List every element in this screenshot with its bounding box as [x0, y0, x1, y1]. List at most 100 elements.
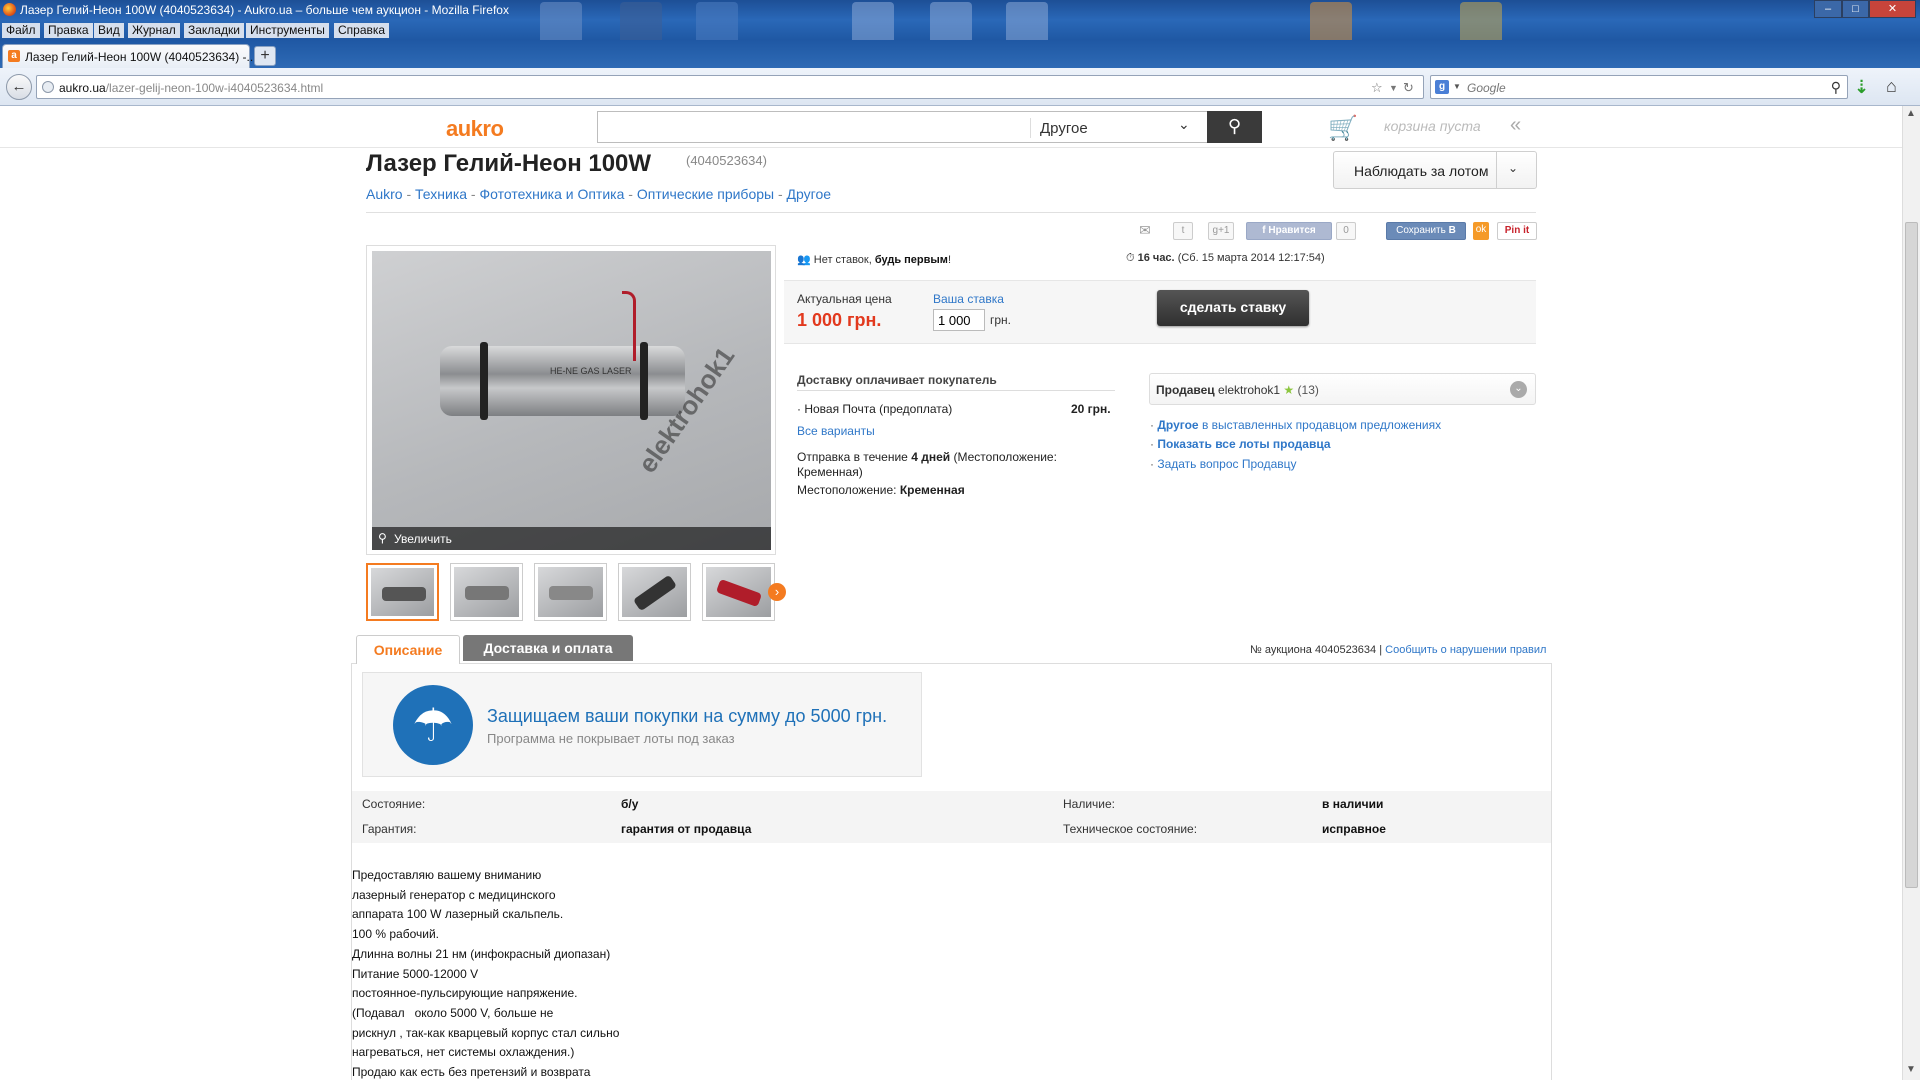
breadcrumb-link[interactable]: Фототехника и Оптика — [480, 186, 625, 202]
scroll-down-icon[interactable]: ▼ — [1906, 1064, 1916, 1075]
buyer-protection-banner[interactable]: ☂ Защищаем ваши покупки на сумму до 5000… — [362, 672, 922, 777]
next-thumbnails-icon[interactable]: › — [768, 583, 786, 601]
basket-icon[interactable]: 🛒 — [1328, 114, 1358, 143]
pinterest-button[interactable]: Pin it — [1497, 222, 1537, 240]
param-value: гарантия от продавца — [621, 822, 752, 836]
zoom-bar[interactable]: ⚲ Увеличить — [372, 527, 771, 550]
thumbnail[interactable] — [618, 563, 691, 621]
search-icon[interactable]: ⚲ — [1831, 79, 1841, 96]
download-icon[interactable]: ⇣ — [1854, 77, 1869, 98]
menu-help[interactable]: Справка — [334, 23, 390, 38]
chevron-down-icon[interactable]: ⌄ — [1510, 381, 1527, 398]
browser-tab[interactable]: a Лазер Гелий-Неон 100W (4040523634) -..… — [2, 44, 257, 68]
minimize-button[interactable]: – — [1814, 0, 1842, 18]
address-bar[interactable]: aukro.ua/lazer-gelij-neon-100w-i40405236… — [36, 75, 1424, 99]
main-product-image[interactable]: HE-NE GAS LASER elektrohok1 ⚲ Увеличить — [366, 245, 776, 555]
search-placeholder: Google — [1467, 81, 1506, 95]
tab-title: Лазер Гелий-Неон 100W (4040523634) -... — [25, 50, 257, 64]
seller-other-lots-link[interactable]: · Другое в выставленных продавцом предло… — [1150, 418, 1441, 432]
maximize-button[interactable]: □ — [1842, 0, 1869, 18]
product-photo[interactable]: HE-NE GAS LASER elektrohok1 — [372, 251, 771, 550]
twitter-icon[interactable]: t — [1173, 222, 1193, 240]
new-tab-button[interactable]: + — [254, 46, 276, 66]
vk-save-button[interactable]: Сохранить В — [1386, 222, 1466, 240]
shipping-time: Отправка в течение 4 дней (Местоположени… — [797, 450, 1117, 480]
stopwatch-icon: ⏱ — [1126, 252, 1138, 264]
description-line: Питание 5000-12000 V — [352, 966, 479, 981]
site-search-button[interactable]: ⚲ — [1207, 111, 1262, 143]
menu-view[interactable]: Вид — [94, 23, 124, 38]
thumbnail[interactable] — [702, 563, 775, 621]
google-engine-icon[interactable]: g — [1435, 80, 1449, 94]
thumbnail-strip — [366, 563, 776, 623]
ship-text: Отправка в течение — [797, 450, 908, 464]
site-identity-icon[interactable] — [42, 81, 54, 93]
breadcrumb-link[interactable]: Оптические приборы — [637, 186, 774, 202]
menu-history[interactable]: Журнал — [128, 23, 180, 38]
seller-rating[interactable]: (13) — [1298, 383, 1319, 397]
auction-timer: ⏱ 16 час. (Сб. 15 марта 2014 12:17:54) — [1126, 252, 1325, 265]
scrollbar-thumb[interactable] — [1905, 222, 1918, 888]
aukro-logo[interactable]: aukro — [446, 116, 504, 142]
watch-lot-button[interactable]: Наблюдать за лотом ⌄ — [1333, 151, 1537, 189]
reload-icon[interactable]: ↻ — [1403, 80, 1414, 96]
odnoklassniki-icon[interactable]: ok — [1473, 222, 1489, 240]
close-window-button[interactable]: ✕ — [1869, 0, 1916, 18]
seller-name[interactable]: elektrohok1 — [1218, 383, 1280, 397]
tab-strip — [0, 40, 1920, 68]
menu-edit[interactable]: Правка — [44, 23, 93, 38]
zoom-label: Увеличить — [394, 532, 452, 546]
tab-delivery-payment[interactable]: Доставка и оплата — [463, 635, 633, 661]
collapse-icon[interactable]: « — [1510, 114, 1521, 137]
facebook-like-button[interactable]: f Нравится — [1246, 222, 1332, 240]
navigation-toolbar: ← aukro.ua/lazer-gelij-neon-100w-i404052… — [0, 68, 1920, 106]
description-line: рискнул , так-как кварцевый корпус стал … — [352, 1025, 620, 1040]
all-delivery-options-link[interactable]: Все варианты — [797, 424, 875, 438]
back-button[interactable]: ← — [6, 74, 32, 100]
menu-bookmarks[interactable]: Закладки — [184, 23, 244, 38]
page-scrollbar[interactable]: ▲ ▼ — [1902, 106, 1920, 1080]
breadcrumb-link[interactable]: Aukro — [366, 186, 403, 202]
tab-description[interactable]: Описание — [356, 635, 460, 664]
gplus-button[interactable]: g+1 — [1208, 222, 1234, 240]
magnifier-icon: ⚲ — [378, 531, 387, 545]
web-search-box[interactable]: g ▼ Google ⚲ — [1430, 75, 1848, 99]
tube-band — [480, 342, 488, 420]
cart-status[interactable]: корзина пуста — [1384, 118, 1481, 134]
button-divider — [1496, 152, 1497, 188]
delivery-option: · Новая Почта (предоплата) — [797, 402, 952, 416]
home-icon[interactable]: ⌂ — [1886, 76, 1897, 97]
ask-seller-link[interactable]: · Задать вопрос Продавцу — [1150, 457, 1297, 471]
your-bid-label[interactable]: Ваша ставка — [933, 292, 1004, 306]
price-label: Актуальная цена — [797, 292, 892, 306]
menu-file[interactable]: Файл — [2, 23, 40, 38]
param-value: в наличии — [1322, 797, 1384, 811]
item-parameters: Состояние: б/у Наличие: в наличии Гарант… — [352, 791, 1551, 843]
location-label: Местоположение: — [797, 483, 897, 497]
be-first-exclamation: ! — [947, 254, 951, 266]
url-history-dropdown-icon[interactable]: ▼ — [1389, 83, 1398, 93]
site-search-input[interactable]: Другое ⌄ — [597, 111, 1262, 143]
red-wire-shape — [622, 291, 636, 361]
breadcrumb-link[interactable]: Техника — [415, 186, 467, 202]
breadcrumb-link[interactable]: Другое — [787, 186, 831, 202]
engine-dropdown-icon[interactable]: ▼ — [1453, 82, 1461, 91]
thumbnail[interactable] — [534, 563, 607, 621]
thumbnail[interactable] — [366, 563, 439, 621]
chevron-down-icon[interactable]: ⌄ — [1178, 116, 1190, 133]
bid-amount-input[interactable] — [933, 309, 985, 331]
place-bid-button[interactable]: сделать ставку — [1157, 290, 1309, 326]
bookmark-star-icon[interactable]: ☆ — [1371, 80, 1383, 96]
menu-tools[interactable]: Инструменты — [246, 23, 329, 38]
email-icon[interactable]: ✉ — [1135, 222, 1155, 240]
item-description: Предоставляю вашему вниманию лазерный ге… — [352, 866, 619, 1083]
end-date: (Сб. 15 марта 2014 12:17:54) — [1177, 252, 1325, 264]
report-violation-link[interactable]: Сообщить о нарушении правил — [1385, 644, 1546, 656]
scroll-up-icon[interactable]: ▲ — [1906, 108, 1916, 119]
seller-all-lots-link[interactable]: · Показать все лоты продавца — [1150, 437, 1331, 451]
param-value: исправное — [1322, 822, 1386, 836]
thumbnail[interactable] — [450, 563, 523, 621]
chevron-down-icon[interactable]: ⌄ — [1508, 161, 1518, 175]
search-category-select[interactable]: Другое — [1040, 120, 1088, 137]
seller-box[interactable]: Продавец elektrohok1 ★ (13) ⌄ — [1149, 373, 1536, 405]
